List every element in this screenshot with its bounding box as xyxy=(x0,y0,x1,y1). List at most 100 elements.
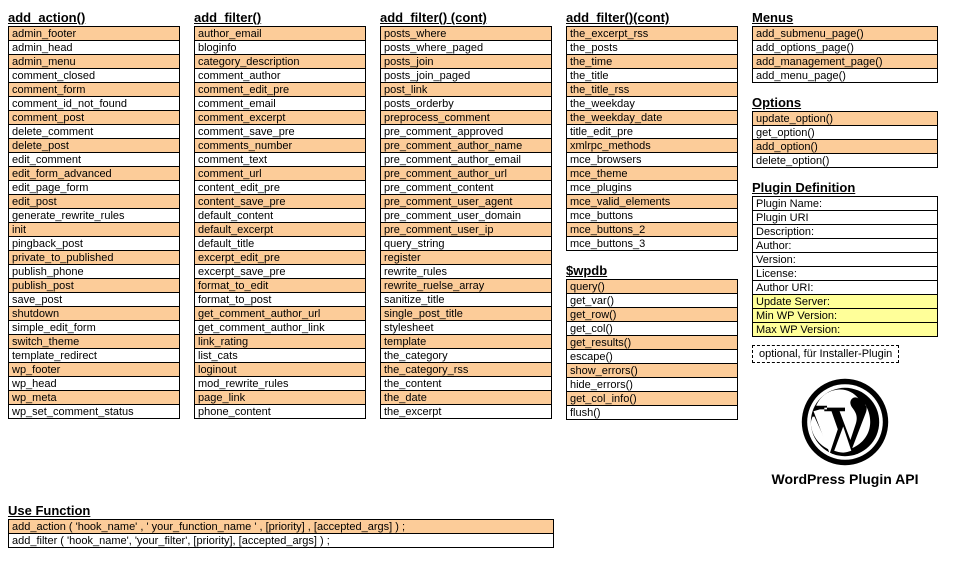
table-row: edit_post xyxy=(9,195,179,209)
table-add-filter-cont: posts_whereposts_where_pagedposts_joinpo… xyxy=(380,26,552,419)
header-wpdb: $wpdb xyxy=(566,261,738,279)
table-wpdb: query()get_var()get_row()get_col()get_re… xyxy=(566,279,738,420)
col-right: Menus add_submenu_page()add_options_page… xyxy=(752,8,938,487)
table-row: rewrite_rules xyxy=(381,265,551,279)
table-row: comment_closed xyxy=(9,69,179,83)
table-row: publish_phone xyxy=(9,265,179,279)
table-row: the_title_rss xyxy=(567,83,737,97)
col-add-action: add_action() admin_footeradmin_headadmin… xyxy=(8,8,180,419)
header-add-action: add_action() xyxy=(8,8,180,26)
table-row: mce_plugins xyxy=(567,181,737,195)
table-row: pre_comment_content xyxy=(381,181,551,195)
table-row: update_option() xyxy=(753,112,937,126)
table-row: admin_menu xyxy=(9,55,179,69)
table-row: the_category_rss xyxy=(381,363,551,377)
table-row: preprocess_comment xyxy=(381,111,551,125)
table-row: comment_text xyxy=(195,153,365,167)
table-row: the_category xyxy=(381,349,551,363)
table-row: comment_edit_pre xyxy=(195,83,365,97)
table-row: the_content xyxy=(381,377,551,391)
table-row: the_excerpt xyxy=(381,405,551,419)
table-row: add_action ( 'hook_name' , ' your_functi… xyxy=(9,520,553,534)
wordpress-logo-icon xyxy=(800,377,890,467)
table-plugin-definition: Plugin Name:Plugin URIDescription:Author… xyxy=(752,196,938,337)
table-row: delete_post xyxy=(9,139,179,153)
table-row: category_description xyxy=(195,55,365,69)
table-row: shutdown xyxy=(9,307,179,321)
table-row: wp_head xyxy=(9,377,179,391)
table-row: content_edit_pre xyxy=(195,181,365,195)
table-row: flush() xyxy=(567,406,737,420)
table-row: the_excerpt_rss xyxy=(567,27,737,41)
table-row: comment_excerpt xyxy=(195,111,365,125)
table-row: posts_orderby xyxy=(381,97,551,111)
table-row: mod_rewrite_rules xyxy=(195,377,365,391)
brand-title: WordPress Plugin API xyxy=(752,471,938,487)
table-row: Max WP Version: xyxy=(753,323,937,337)
table-row: edit_comment xyxy=(9,153,179,167)
table-row: phone_content xyxy=(195,405,365,419)
table-row: pre_comment_author_name xyxy=(381,139,551,153)
table-row: pre_comment_author_email xyxy=(381,153,551,167)
table-row: wp_set_comment_status xyxy=(9,405,179,419)
table-add-action: admin_footeradmin_headadmin_menucomment_… xyxy=(8,26,180,419)
table-row: escape() xyxy=(567,350,737,364)
table-row: init xyxy=(9,223,179,237)
table-row: private_to_published xyxy=(9,251,179,265)
table-row: query() xyxy=(567,280,737,294)
table-row: simple_edit_form xyxy=(9,321,179,335)
table-row: comment_id_not_found xyxy=(9,97,179,111)
table-row: add_option() xyxy=(753,140,937,154)
table-row: generate_rewrite_rules xyxy=(9,209,179,223)
table-row: default_content xyxy=(195,209,365,223)
table-row: publish_post xyxy=(9,279,179,293)
table-row: add_options_page() xyxy=(753,41,937,55)
columns-wrapper: add_action() admin_footeradmin_headadmin… xyxy=(8,8,965,487)
table-row: format_to_post xyxy=(195,293,365,307)
table-row: register xyxy=(381,251,551,265)
header-add-filter: add_filter() xyxy=(194,8,366,26)
table-row: single_post_title xyxy=(381,307,551,321)
table-row: the_weekday xyxy=(567,97,737,111)
table-row: get_row() xyxy=(567,308,737,322)
header-add-filter-cont: add_filter() (cont) xyxy=(380,8,552,26)
table-row: delete_comment xyxy=(9,125,179,139)
table-row: the_weekday_date xyxy=(567,111,737,125)
table-row: the_time xyxy=(567,55,737,69)
table-row: Plugin URI xyxy=(753,211,937,225)
table-row: the_posts xyxy=(567,41,737,55)
table-row: pre_comment_author_url xyxy=(381,167,551,181)
table-options: update_option()get_option()add_option()d… xyxy=(752,111,938,168)
table-row: get_option() xyxy=(753,126,937,140)
table-row: pre_comment_user_domain xyxy=(381,209,551,223)
table-row: Description: xyxy=(753,225,937,239)
table-row: get_comment_author_link xyxy=(195,321,365,335)
table-row: get_results() xyxy=(567,336,737,350)
table-row: comment_post xyxy=(9,111,179,125)
table-row: comment_form xyxy=(9,83,179,97)
col-add-filter-cont2: add_filter()(cont) the_excerpt_rssthe_po… xyxy=(566,8,738,420)
table-row: pingback_post xyxy=(9,237,179,251)
table-row: admin_head xyxy=(9,41,179,55)
table-row: pre_comment_user_ip xyxy=(381,223,551,237)
table-row: Update Server: xyxy=(753,295,937,309)
table-row: the_title xyxy=(567,69,737,83)
header-options: Options xyxy=(752,93,938,111)
table-row: excerpt_save_pre xyxy=(195,265,365,279)
table-row: rewrite_ruelse_array xyxy=(381,279,551,293)
table-row: pre_comment_approved xyxy=(381,125,551,139)
table-add-filter: author_emailbloginfocategory_description… xyxy=(194,26,366,419)
col-add-filter: add_filter() author_emailbloginfocategor… xyxy=(194,8,366,419)
table-row: switch_theme xyxy=(9,335,179,349)
table-row: Plugin Name: xyxy=(753,197,937,211)
table-row: stylesheet xyxy=(381,321,551,335)
table-row: posts_where_paged xyxy=(381,41,551,55)
table-use-function: add_action ( 'hook_name' , ' your_functi… xyxy=(8,519,554,548)
header-menus: Menus xyxy=(752,8,938,26)
table-row: add_submenu_page() xyxy=(753,27,937,41)
header-add-filter-cont2: add_filter()(cont) xyxy=(566,8,738,26)
table-row: Min WP Version: xyxy=(753,309,937,323)
table-row: delete_option() xyxy=(753,154,937,168)
table-row: show_errors() xyxy=(567,364,737,378)
table-row: query_string xyxy=(381,237,551,251)
